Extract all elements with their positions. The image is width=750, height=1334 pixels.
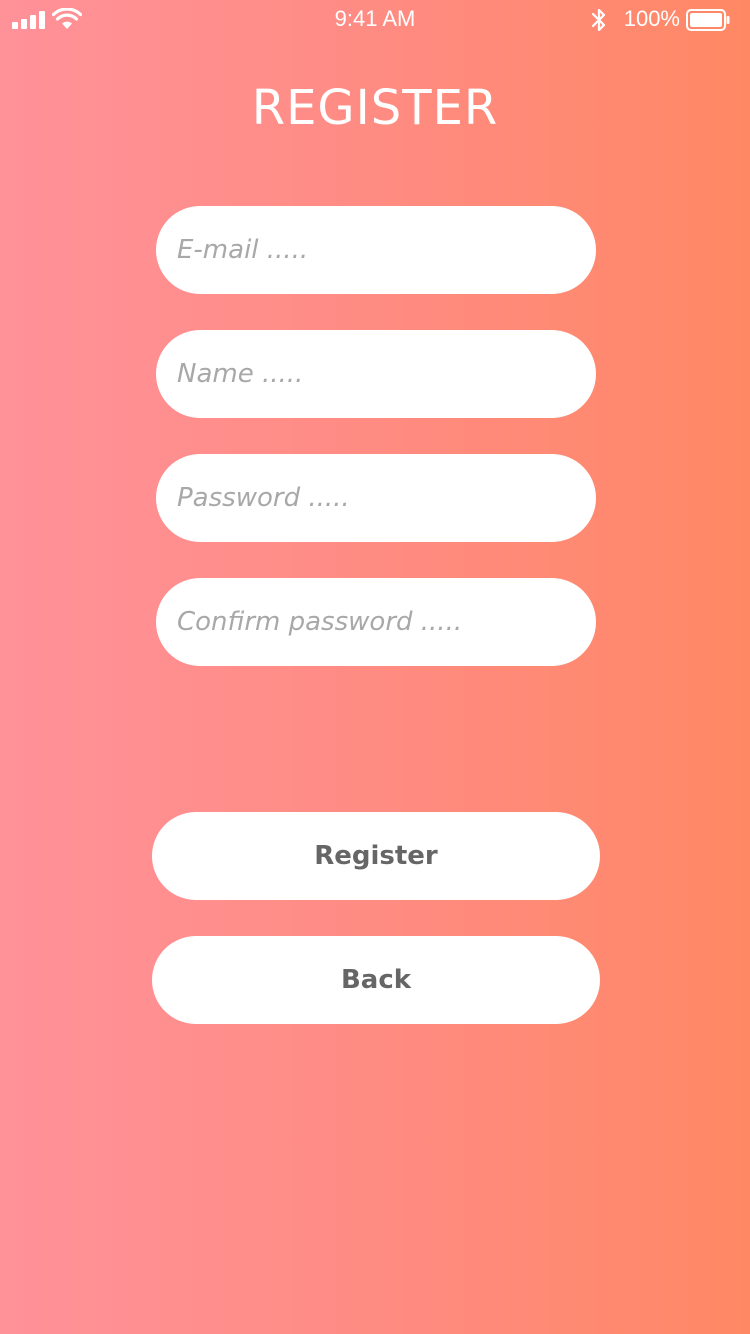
name-field[interactable]	[156, 330, 596, 418]
battery-percent: 100%	[623, 6, 680, 31]
page-title: REGISTER	[251, 80, 499, 136]
back-button[interactable]: Back	[152, 936, 600, 1024]
bluetooth-icon	[591, 8, 606, 32]
register-button[interactable]: Register	[152, 812, 600, 900]
password-field[interactable]	[156, 454, 596, 542]
register-screen: 9:41 AM 100% REGISTER Register Back	[0, 0, 750, 1334]
status-bar: 9:41 AM 100%	[0, 0, 750, 40]
confirm-password-field[interactable]	[156, 578, 596, 666]
email-field[interactable]	[156, 206, 596, 294]
battery-icon	[686, 9, 730, 31]
